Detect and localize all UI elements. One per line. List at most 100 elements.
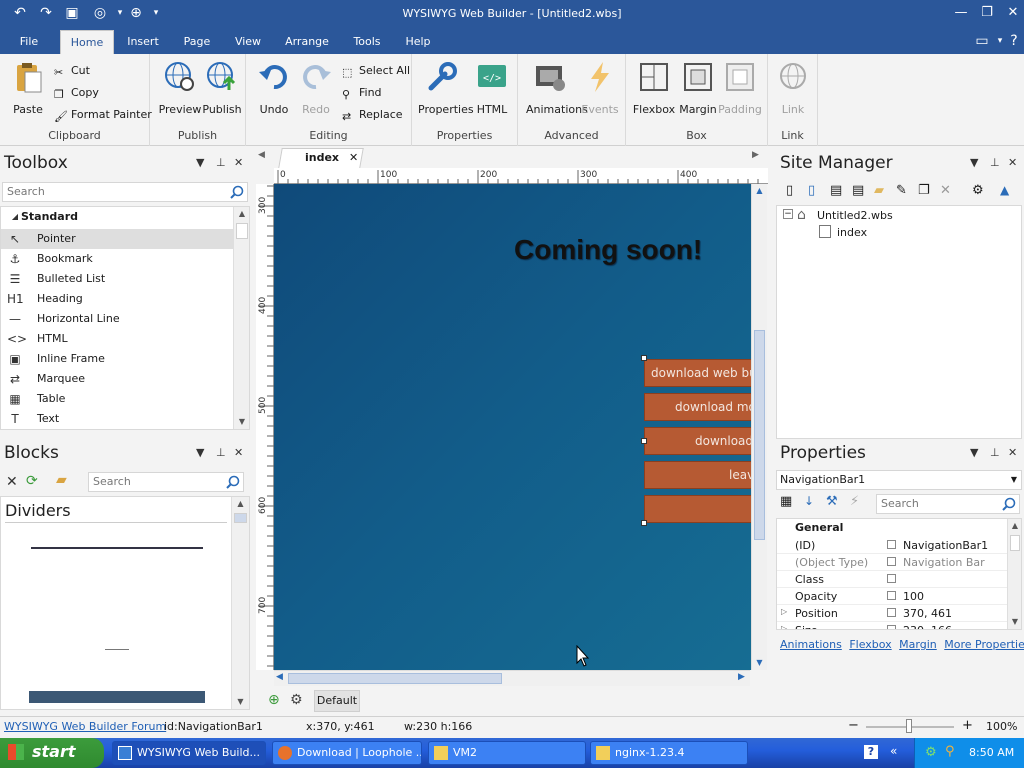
- expand-tray-icon[interactable]: «: [890, 744, 897, 758]
- format-painter-button[interactable]: 🖌 Format Painter: [54, 106, 152, 124]
- animations-button[interactable]: Animations: [526, 60, 588, 118]
- toolbox-item[interactable]: <> HTML: [1, 329, 233, 349]
- padding-button[interactable]: Padding: [716, 60, 764, 118]
- toolbox-scrollbar[interactable]: ▲ ▼: [233, 207, 249, 429]
- site-manager-close-icon[interactable]: ✕: [1008, 156, 1017, 169]
- taskbar-item-browser[interactable]: Download | Loophole ...: [272, 741, 422, 765]
- tab-view[interactable]: View: [228, 30, 268, 54]
- property-value[interactable]: 370, 461: [903, 607, 952, 620]
- layout-default-tab[interactable]: Default: [314, 690, 360, 712]
- html-button[interactable]: </> HTML: [468, 60, 516, 118]
- start-button[interactable]: start: [0, 738, 104, 768]
- more-properties-link[interactable]: More Properties: [944, 638, 1024, 651]
- toolbox-item[interactable]: — Horizontal Line: [1, 309, 233, 329]
- events-lightning-icon[interactable]: ⚡: [850, 494, 859, 509]
- blocks-folder-icon[interactable]: ▰: [56, 472, 67, 488]
- tab-close-icon[interactable]: ✕: [349, 149, 358, 167]
- tab-page[interactable]: Page: [176, 30, 218, 54]
- tab-home[interactable]: Home: [60, 30, 114, 54]
- property-row[interactable]: Opacity 100: [777, 588, 1007, 605]
- property-checkbox[interactable]: [887, 625, 896, 629]
- page-list-icon[interactable]: ▤: [852, 183, 864, 198]
- toolbox-menu-icon[interactable]: ▼: [196, 156, 204, 169]
- scroll-down-icon[interactable]: ▼: [234, 415, 249, 429]
- nav-button[interactable]: [644, 495, 754, 523]
- toolbox-item[interactable]: H1 Heading: [1, 289, 233, 309]
- breakpoint-settings-icon[interactable]: ⚙: [290, 692, 303, 708]
- tab-file[interactable]: File: [8, 30, 50, 54]
- coming-soon-heading[interactable]: Coming soon!: [514, 234, 702, 266]
- nav-button[interactable]: download: [644, 427, 754, 455]
- layout-options-icon[interactable]: ▭: [972, 32, 992, 50]
- new-page-icon[interactable]: ▯: [786, 183, 793, 198]
- margin-link[interactable]: Margin: [899, 638, 937, 651]
- page-properties-icon[interactable]: ▤: [830, 183, 842, 198]
- toolbox-item[interactable]: T Text: [1, 409, 233, 429]
- properties-button[interactable]: Properties: [418, 60, 474, 118]
- blocks-pin-icon[interactable]: ⊥: [216, 446, 226, 459]
- toolbox-section-standard[interactable]: ◢ Standard: [1, 207, 233, 227]
- properties-menu-icon[interactable]: ▼: [970, 446, 978, 459]
- add-breakpoint-icon[interactable]: ⊕: [268, 692, 280, 708]
- properties-wrench-icon[interactable]: ⚒: [826, 494, 838, 509]
- property-checkbox[interactable]: [887, 591, 896, 600]
- tab-tools[interactable]: Tools: [346, 30, 388, 54]
- folder-icon[interactable]: ▰: [874, 183, 884, 198]
- scroll-up-icon[interactable]: ▲: [234, 207, 249, 221]
- resize-handle[interactable]: [641, 355, 647, 361]
- help-tray-icon[interactable]: ?: [864, 745, 878, 759]
- tree-page-index[interactable]: index: [837, 226, 867, 239]
- property-value[interactable]: 230, 166: [903, 624, 952, 629]
- scroll-thumb[interactable]: [288, 673, 502, 684]
- toolbox-item[interactable]: ☰ Bulleted List: [1, 269, 233, 289]
- nav-button[interactable]: leav: [644, 461, 754, 489]
- search-tray-icon[interactable]: ⚲: [945, 744, 955, 759]
- replace-button[interactable]: ⇄ Replace: [342, 106, 403, 124]
- select-all-button[interactable]: ⬚ Select All: [342, 62, 410, 80]
- divider-block-thumbnail[interactable]: [29, 691, 205, 703]
- preview-button[interactable]: Preview: [156, 60, 204, 118]
- resize-handle[interactable]: [641, 438, 647, 444]
- zoom-out-icon[interactable]: −: [848, 718, 859, 733]
- editor-hscrollbar[interactable]: ◀ ▶: [274, 670, 750, 686]
- scroll-thumb[interactable]: [1010, 535, 1020, 551]
- scroll-down-icon[interactable]: ▼: [232, 695, 249, 709]
- property-row[interactable]: Class: [777, 571, 1007, 588]
- property-value[interactable]: Navigation Bar: [903, 556, 985, 569]
- help-icon[interactable]: ?: [1004, 32, 1024, 50]
- site-manager-menu-icon[interactable]: ▼: [970, 156, 978, 169]
- toolbox-close-icon[interactable]: ✕: [234, 156, 243, 169]
- toolbox-item[interactable]: ⚓ Bookmark: [1, 249, 233, 269]
- blocks-search-input[interactable]: Search: [88, 472, 244, 492]
- property-section-general[interactable]: General: [795, 521, 843, 534]
- animations-link[interactable]: Animations: [780, 638, 842, 651]
- copy-button[interactable]: ❐ Copy: [54, 84, 99, 102]
- zoom-slider-thumb[interactable]: [906, 719, 912, 733]
- scroll-right-icon[interactable]: ▶: [738, 672, 745, 682]
- site-settings-icon[interactable]: ⚙: [972, 183, 984, 198]
- property-checkbox[interactable]: [887, 608, 896, 617]
- flexbox-button[interactable]: Flexbox: [630, 60, 678, 118]
- site-manager-pin-icon[interactable]: ⊥: [990, 156, 1000, 169]
- toolbox-item[interactable]: ⇄ Marquee: [1, 369, 233, 389]
- property-row[interactable]: (Object Type) Navigation Bar: [777, 554, 1007, 571]
- blocks-menu-icon[interactable]: ▼: [196, 446, 204, 459]
- tab-help[interactable]: Help: [398, 30, 438, 54]
- toolbox-item[interactable]: ↖ Pointer: [1, 229, 233, 249]
- property-checkbox[interactable]: [887, 557, 896, 566]
- scroll-up-icon[interactable]: ▲: [752, 184, 767, 198]
- tree-collapse-icon[interactable]: −: [783, 209, 793, 219]
- redo-button[interactable]: Redo: [292, 60, 340, 118]
- property-row[interactable]: Position 370, 461 ▷: [777, 605, 1007, 622]
- toolbox-search-input[interactable]: Search: [2, 182, 248, 202]
- scroll-up-icon[interactable]: ▲: [232, 497, 249, 511]
- events-button[interactable]: Events: [576, 60, 624, 118]
- delete-page-icon[interactable]: ✕: [940, 183, 951, 198]
- edit-page-icon[interactable]: ✎: [896, 183, 907, 198]
- scroll-down-icon[interactable]: ▼: [752, 656, 767, 670]
- tab-scroll-left-icon[interactable]: ◀: [258, 150, 265, 160]
- blocks-delete-icon[interactable]: ✕: [6, 474, 18, 490]
- property-row[interactable]: Size 230, 166 ▷: [777, 622, 1007, 629]
- undo-button[interactable]: Undo: [250, 60, 298, 118]
- minimize-button[interactable]: —: [948, 3, 974, 23]
